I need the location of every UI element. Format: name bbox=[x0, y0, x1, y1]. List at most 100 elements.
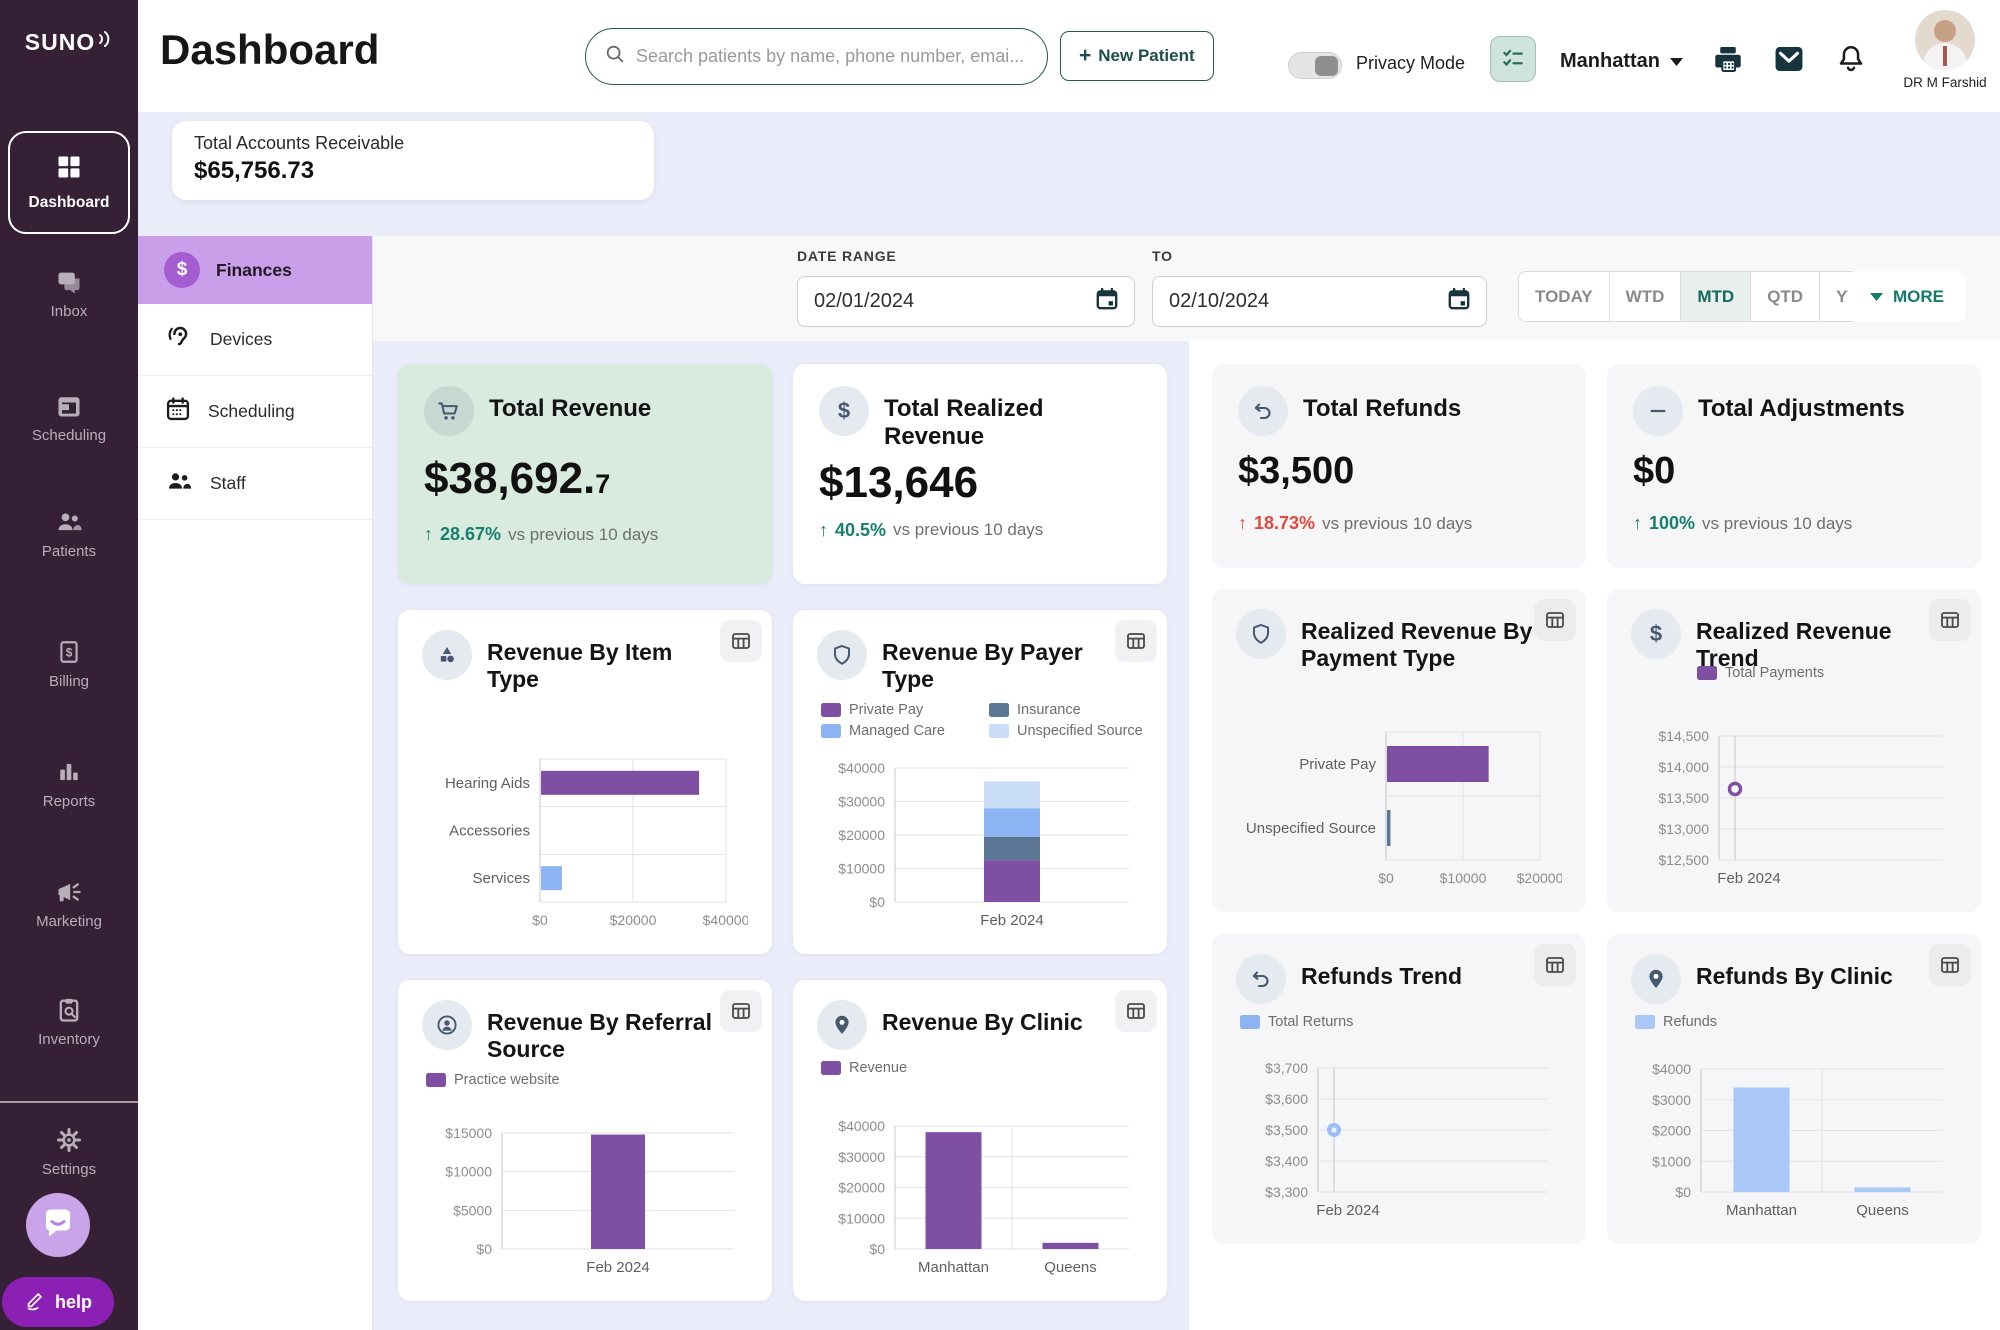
search-icon bbox=[604, 43, 626, 70]
billing-invoice-icon: $ bbox=[56, 638, 82, 666]
table-view-icon[interactable] bbox=[720, 620, 762, 662]
chart-legend: Practice website bbox=[426, 1072, 748, 1088]
chart-title: Revenue By Payer Type bbox=[882, 630, 1120, 692]
table-view-icon[interactable] bbox=[1534, 599, 1576, 641]
dollar-icon: $ bbox=[819, 386, 869, 436]
legend-label: Total Payments bbox=[1725, 665, 1824, 681]
revenue-by-item-type-chart: $0$20000$40000Hearing AidsAccessoriesSer… bbox=[422, 751, 748, 934]
date-from-input[interactable] bbox=[814, 290, 1084, 313]
pencil-icon bbox=[24, 1289, 46, 1316]
revenue-by-payer-type-card: Revenue By Payer Type Private Pay Insura… bbox=[793, 610, 1167, 954]
svg-text:Feb 2024: Feb 2024 bbox=[1717, 870, 1780, 887]
calendar-icon[interactable] bbox=[1446, 286, 1472, 317]
notifications-bell-button[interactable] bbox=[1835, 42, 1867, 81]
location-selector[interactable]: Manhattan bbox=[1560, 50, 1683, 73]
sidebar-item-reports[interactable]: Reports bbox=[0, 758, 138, 810]
range-button-mtd[interactable]: MTD bbox=[1681, 272, 1751, 321]
date-to-input[interactable] bbox=[1169, 290, 1436, 313]
map-pin-icon bbox=[817, 1000, 867, 1050]
svg-text:Unspecified Source: Unspecified Source bbox=[1246, 820, 1376, 837]
sidebar-item-label: Inbox bbox=[51, 303, 88, 320]
more-ranges-button[interactable]: MORE bbox=[1848, 271, 1966, 322]
inventory-clipboard-icon bbox=[55, 996, 83, 1024]
legend-swatch bbox=[1635, 1015, 1655, 1029]
svg-text:$13,500: $13,500 bbox=[1658, 790, 1709, 806]
kpi-title: Total Revenue bbox=[489, 386, 651, 423]
chart-title: Realized Revenue Trend bbox=[1696, 609, 1934, 671]
new-patient-button[interactable]: + New Patient bbox=[1060, 31, 1214, 81]
caret-down-icon bbox=[1870, 287, 1883, 307]
svg-text:$: $ bbox=[66, 645, 73, 659]
sidebar-item-inbox[interactable]: Inbox bbox=[0, 268, 138, 320]
table-view-icon[interactable] bbox=[720, 990, 762, 1032]
table-view-icon[interactable] bbox=[1115, 990, 1157, 1032]
table-view-icon[interactable] bbox=[1534, 944, 1576, 986]
app-frame: SUNO Dashboard Inbox Scheduling Patients… bbox=[0, 0, 2000, 1330]
ear-icon bbox=[164, 322, 194, 357]
kpi-total-refunds-card[interactable]: Total Refunds $3,500 ↑ 18.73% vs previou… bbox=[1212, 364, 1586, 568]
up-arrow-icon: ↑ bbox=[819, 520, 828, 541]
chart-title: Refunds By Clinic bbox=[1696, 954, 1893, 990]
svg-text:$3,400: $3,400 bbox=[1265, 1153, 1308, 1169]
logo-text: SUNO bbox=[25, 29, 95, 56]
legend-label: Total Returns bbox=[1268, 1014, 1353, 1030]
sidebar-item-label: Scheduling bbox=[32, 427, 106, 444]
svg-text:Queens: Queens bbox=[1856, 1202, 1909, 1219]
sidebar-item-inventory[interactable]: Inventory bbox=[0, 996, 138, 1048]
refunds-trend-chart: $3,700$3,600$3,500$3,400$3,300Feb 2024 bbox=[1236, 1058, 1562, 1224]
sidebar-item-marketing[interactable]: Marketing bbox=[0, 878, 138, 930]
kpi-value: $3,500 bbox=[1238, 450, 1560, 493]
help-button[interactable]: help bbox=[2, 1277, 114, 1327]
date-range-label: DATE RANGE bbox=[797, 248, 897, 264]
chart-title: Refunds Trend bbox=[1301, 954, 1462, 990]
kpi-total-realized-revenue-card[interactable]: $ Total Realized Revenue $13,646 ↑ 40.5%… bbox=[793, 364, 1167, 584]
subnav-item-finances[interactable]: $ Finances bbox=[138, 236, 372, 304]
range-button-wtd[interactable]: WTD bbox=[1610, 272, 1682, 321]
gear-icon bbox=[55, 1126, 83, 1154]
sidebar-item-billing[interactable]: $ Billing bbox=[0, 638, 138, 690]
realized-revenue-trend-chart: $14,500$14,000$13,500$13,000$12,500Feb 2… bbox=[1631, 726, 1957, 892]
subnav-item-staff[interactable]: Staff bbox=[138, 448, 372, 520]
chart-legend: Private Pay Insurance Managed Care Unspe… bbox=[821, 702, 1143, 739]
revenue-by-payer-type-chart: $0$10000$20000$30000$40000Feb 2024 bbox=[817, 758, 1143, 934]
search-input[interactable] bbox=[636, 46, 1029, 67]
calendar-icon[interactable] bbox=[1094, 286, 1120, 317]
support-chat-button[interactable] bbox=[26, 1193, 90, 1257]
sidebar-item-scheduling[interactable]: Scheduling bbox=[0, 392, 138, 444]
subnav-item-scheduling[interactable]: Scheduling bbox=[138, 376, 372, 448]
svg-text:$0: $0 bbox=[1378, 870, 1394, 886]
privacy-mode-toggle[interactable] bbox=[1288, 52, 1342, 79]
sidebar-item-dashboard[interactable]: Dashboard bbox=[8, 131, 130, 234]
svg-text:$0: $0 bbox=[476, 1241, 492, 1257]
sidebar-item-patients[interactable]: Patients bbox=[0, 508, 138, 560]
range-button-today[interactable]: TODAY bbox=[1519, 272, 1610, 321]
kpi-total-adjustments-card[interactable]: Total Adjustments $0 ↑ 100% vs previous … bbox=[1607, 364, 1981, 568]
sidebar-item-settings[interactable]: Settings bbox=[0, 1126, 138, 1178]
mail-button[interactable] bbox=[1771, 42, 1807, 81]
legend-swatch bbox=[989, 724, 1009, 738]
table-view-icon[interactable] bbox=[1929, 599, 1971, 641]
tasks-checklist-button[interactable] bbox=[1490, 36, 1536, 82]
calendar-icon bbox=[164, 395, 192, 428]
fax-button[interactable] bbox=[1711, 42, 1745, 81]
user-menu[interactable]: DR M Farshid bbox=[1890, 10, 2000, 90]
svg-text:$30000: $30000 bbox=[838, 794, 885, 810]
table-view-icon[interactable] bbox=[1115, 620, 1157, 662]
table-view-icon[interactable] bbox=[1929, 944, 1971, 986]
legend-swatch bbox=[426, 1073, 446, 1087]
sidebar-item-label: Billing bbox=[49, 673, 89, 690]
cart-icon bbox=[424, 386, 474, 436]
new-patient-label: New Patient bbox=[1098, 46, 1194, 66]
shield-icon bbox=[1236, 609, 1286, 659]
svg-text:$3,700: $3,700 bbox=[1265, 1060, 1308, 1076]
range-button-qtd[interactable]: QTD bbox=[1751, 272, 1820, 321]
svg-text:$0: $0 bbox=[532, 912, 548, 928]
legend-swatch bbox=[821, 703, 841, 717]
realized-revenue-by-payment-type-chart: $0$10000$20000Private PayUnspecified Sou… bbox=[1236, 724, 1562, 892]
svg-text:$3,300: $3,300 bbox=[1265, 1184, 1308, 1200]
kpi-value: $38,692.7 bbox=[424, 454, 746, 504]
revenue-by-item-type-card: Revenue By Item Type $0$20000$40000Heari… bbox=[398, 610, 772, 954]
subnav-item-devices[interactable]: Devices bbox=[138, 304, 372, 376]
kpi-total-revenue-card[interactable]: Total Revenue $38,692.7 ↑ 28.67% vs prev… bbox=[398, 364, 772, 584]
total-accounts-receivable-card: Total Accounts Receivable $65,756.73 bbox=[172, 121, 654, 200]
